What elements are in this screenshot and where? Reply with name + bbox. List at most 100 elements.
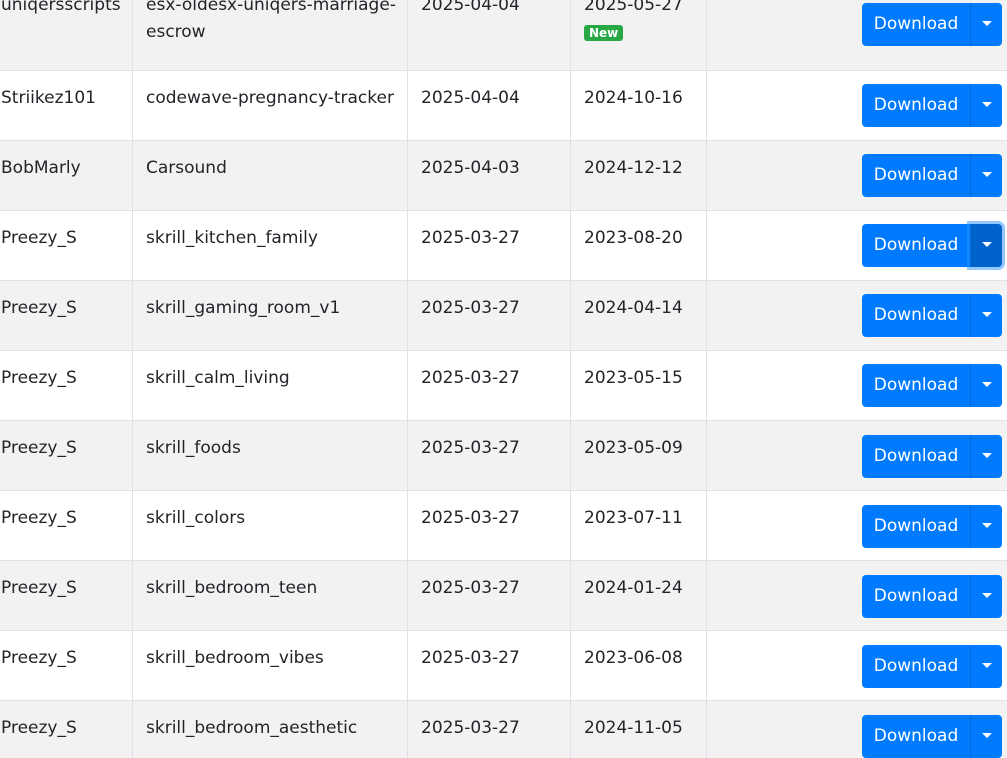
resource-name-cell: skrill_calm_living [133, 351, 408, 420]
download-button[interactable]: Download [862, 84, 970, 127]
new-badge: New [584, 25, 624, 41]
download-dropdown-toggle[interactable] [970, 84, 1002, 127]
download-button-group: Download [862, 154, 1002, 197]
added-date-cell: 2025-04-04 [408, 0, 571, 70]
table-row: Preezy_S skrill_bedroom_aesthetic 2025-0… [0, 701, 1007, 758]
download-button[interactable]: Download [862, 435, 970, 478]
resource-name-cell: esx-oldesx-uniqers-marriage-escrow [133, 0, 408, 70]
download-button[interactable]: Download [862, 154, 970, 197]
updated-date-cell: 2025-05-27 New [571, 0, 707, 70]
added-date-cell: 2025-03-27 [408, 281, 571, 350]
download-dropdown-toggle[interactable] [970, 435, 1002, 478]
caret-down-icon [982, 242, 992, 247]
table-row: Preezy_S skrill_gaming_room_v1 2025-03-2… [0, 281, 1007, 351]
download-button-group: Download [862, 84, 1002, 127]
download-button-group: Download [862, 294, 1002, 337]
added-date-cell: 2025-04-04 [408, 71, 571, 140]
table-row: Striikez101 codewave-pregnancy-tracker 2… [0, 71, 1007, 141]
updated-date-cell: 2023-06-08 [571, 631, 707, 700]
table-row: Preezy_S skrill_colors 2025-03-27 2023-0… [0, 491, 1007, 561]
author-cell: Preezy_S [0, 491, 133, 560]
added-date-cell: 2025-03-27 [408, 421, 571, 490]
added-date-cell: 2025-03-27 [408, 701, 571, 758]
added-date-cell: 2025-03-27 [408, 211, 571, 280]
caret-down-icon [982, 453, 992, 458]
download-dropdown-toggle[interactable] [970, 294, 1002, 337]
download-button[interactable]: Download [862, 505, 970, 548]
updated-date: 2025-05-27 [584, 0, 683, 15]
action-cell: Download [707, 421, 1007, 490]
resource-name-cell: skrill_bedroom_teen [133, 561, 408, 630]
download-button-group: Download [862, 645, 1002, 688]
author-cell: Striikez101 [0, 71, 133, 140]
updated-date-cell: 2024-10-16 [571, 71, 707, 140]
action-cell: Download [707, 281, 1007, 350]
action-cell: Download [707, 211, 1007, 280]
action-cell: Download [707, 71, 1007, 140]
updated-date-cell: 2023-05-15 [571, 351, 707, 420]
caret-down-icon [982, 523, 992, 528]
action-cell: Download [707, 561, 1007, 630]
caret-down-icon [982, 733, 992, 738]
author-cell: Preezy_S [0, 211, 133, 280]
author-cell: BobMarly [0, 141, 133, 210]
updated-date-cell: 2023-08-20 [571, 211, 707, 280]
download-dropdown-toggle[interactable] [970, 715, 1002, 758]
download-button-group: Download [862, 575, 1002, 618]
action-cell: Download [707, 351, 1007, 420]
download-button[interactable]: Download [862, 575, 970, 618]
download-button-group: Download [862, 364, 1002, 407]
caret-down-icon [982, 663, 992, 668]
download-button[interactable]: Download [862, 364, 970, 407]
download-button-group: Download [862, 224, 1002, 267]
added-date-cell: 2025-03-27 [408, 631, 571, 700]
table-row: uniqersscripts esx-oldesx-uniqers-marria… [0, 0, 1007, 71]
resource-name-cell: codewave-pregnancy-tracker [133, 71, 408, 140]
table-row: Preezy_S skrill_calm_living 2025-03-27 2… [0, 351, 1007, 421]
resource-name-cell: skrill_foods [133, 421, 408, 490]
download-button-group: Download [862, 505, 1002, 548]
added-date-cell: 2025-03-27 [408, 351, 571, 420]
updated-date-cell: 2024-12-12 [571, 141, 707, 210]
caret-down-icon [982, 593, 992, 598]
download-dropdown-toggle[interactable] [970, 364, 1002, 407]
updated-date-cell: 2023-05-09 [571, 421, 707, 490]
action-cell: Download [707, 631, 1007, 700]
updated-date-cell: 2024-01-24 [571, 561, 707, 630]
author-cell: Preezy_S [0, 561, 133, 630]
download-button-group: Download [862, 715, 1002, 758]
download-dropdown-toggle[interactable] [970, 224, 1002, 267]
author-cell: Preezy_S [0, 701, 133, 758]
resource-name-cell: Carsound [133, 141, 408, 210]
updated-date-cell: 2024-11-05 [571, 701, 707, 758]
download-button[interactable]: Download [862, 294, 970, 337]
download-dropdown-toggle[interactable] [970, 3, 1002, 46]
download-button[interactable]: Download [862, 715, 970, 758]
download-button-group: Download [862, 3, 1002, 46]
resource-name-cell: skrill_gaming_room_v1 [133, 281, 408, 350]
caret-down-icon [982, 382, 992, 387]
author-cell: Preezy_S [0, 421, 133, 490]
resource-name-cell: skrill_bedroom_aesthetic [133, 701, 408, 758]
action-cell: Download [707, 0, 1007, 70]
added-date-cell: 2025-03-27 [408, 491, 571, 560]
caret-down-icon [982, 102, 992, 107]
download-dropdown-toggle[interactable] [970, 505, 1002, 548]
download-button-group: Download [862, 435, 1002, 478]
caret-down-icon [982, 172, 992, 177]
table-row: Preezy_S skrill_bedroom_teen 2025-03-27 … [0, 561, 1007, 631]
action-cell: Download [707, 491, 1007, 560]
resource-name-cell: skrill_colors [133, 491, 408, 560]
author-cell: uniqersscripts [0, 0, 133, 70]
download-button[interactable]: Download [862, 645, 970, 688]
download-dropdown-toggle[interactable] [970, 154, 1002, 197]
download-dropdown-toggle[interactable] [970, 645, 1002, 688]
action-cell: Download [707, 141, 1007, 210]
resource-name-cell: skrill_bedroom_vibes [133, 631, 408, 700]
download-dropdown-toggle[interactable] [970, 575, 1002, 618]
download-button[interactable]: Download [862, 3, 970, 46]
download-button[interactable]: Download [862, 224, 970, 267]
table-row: Preezy_S skrill_bedroom_vibes 2025-03-27… [0, 631, 1007, 701]
author-cell: Preezy_S [0, 281, 133, 350]
resource-name-cell: skrill_kitchen_family [133, 211, 408, 280]
